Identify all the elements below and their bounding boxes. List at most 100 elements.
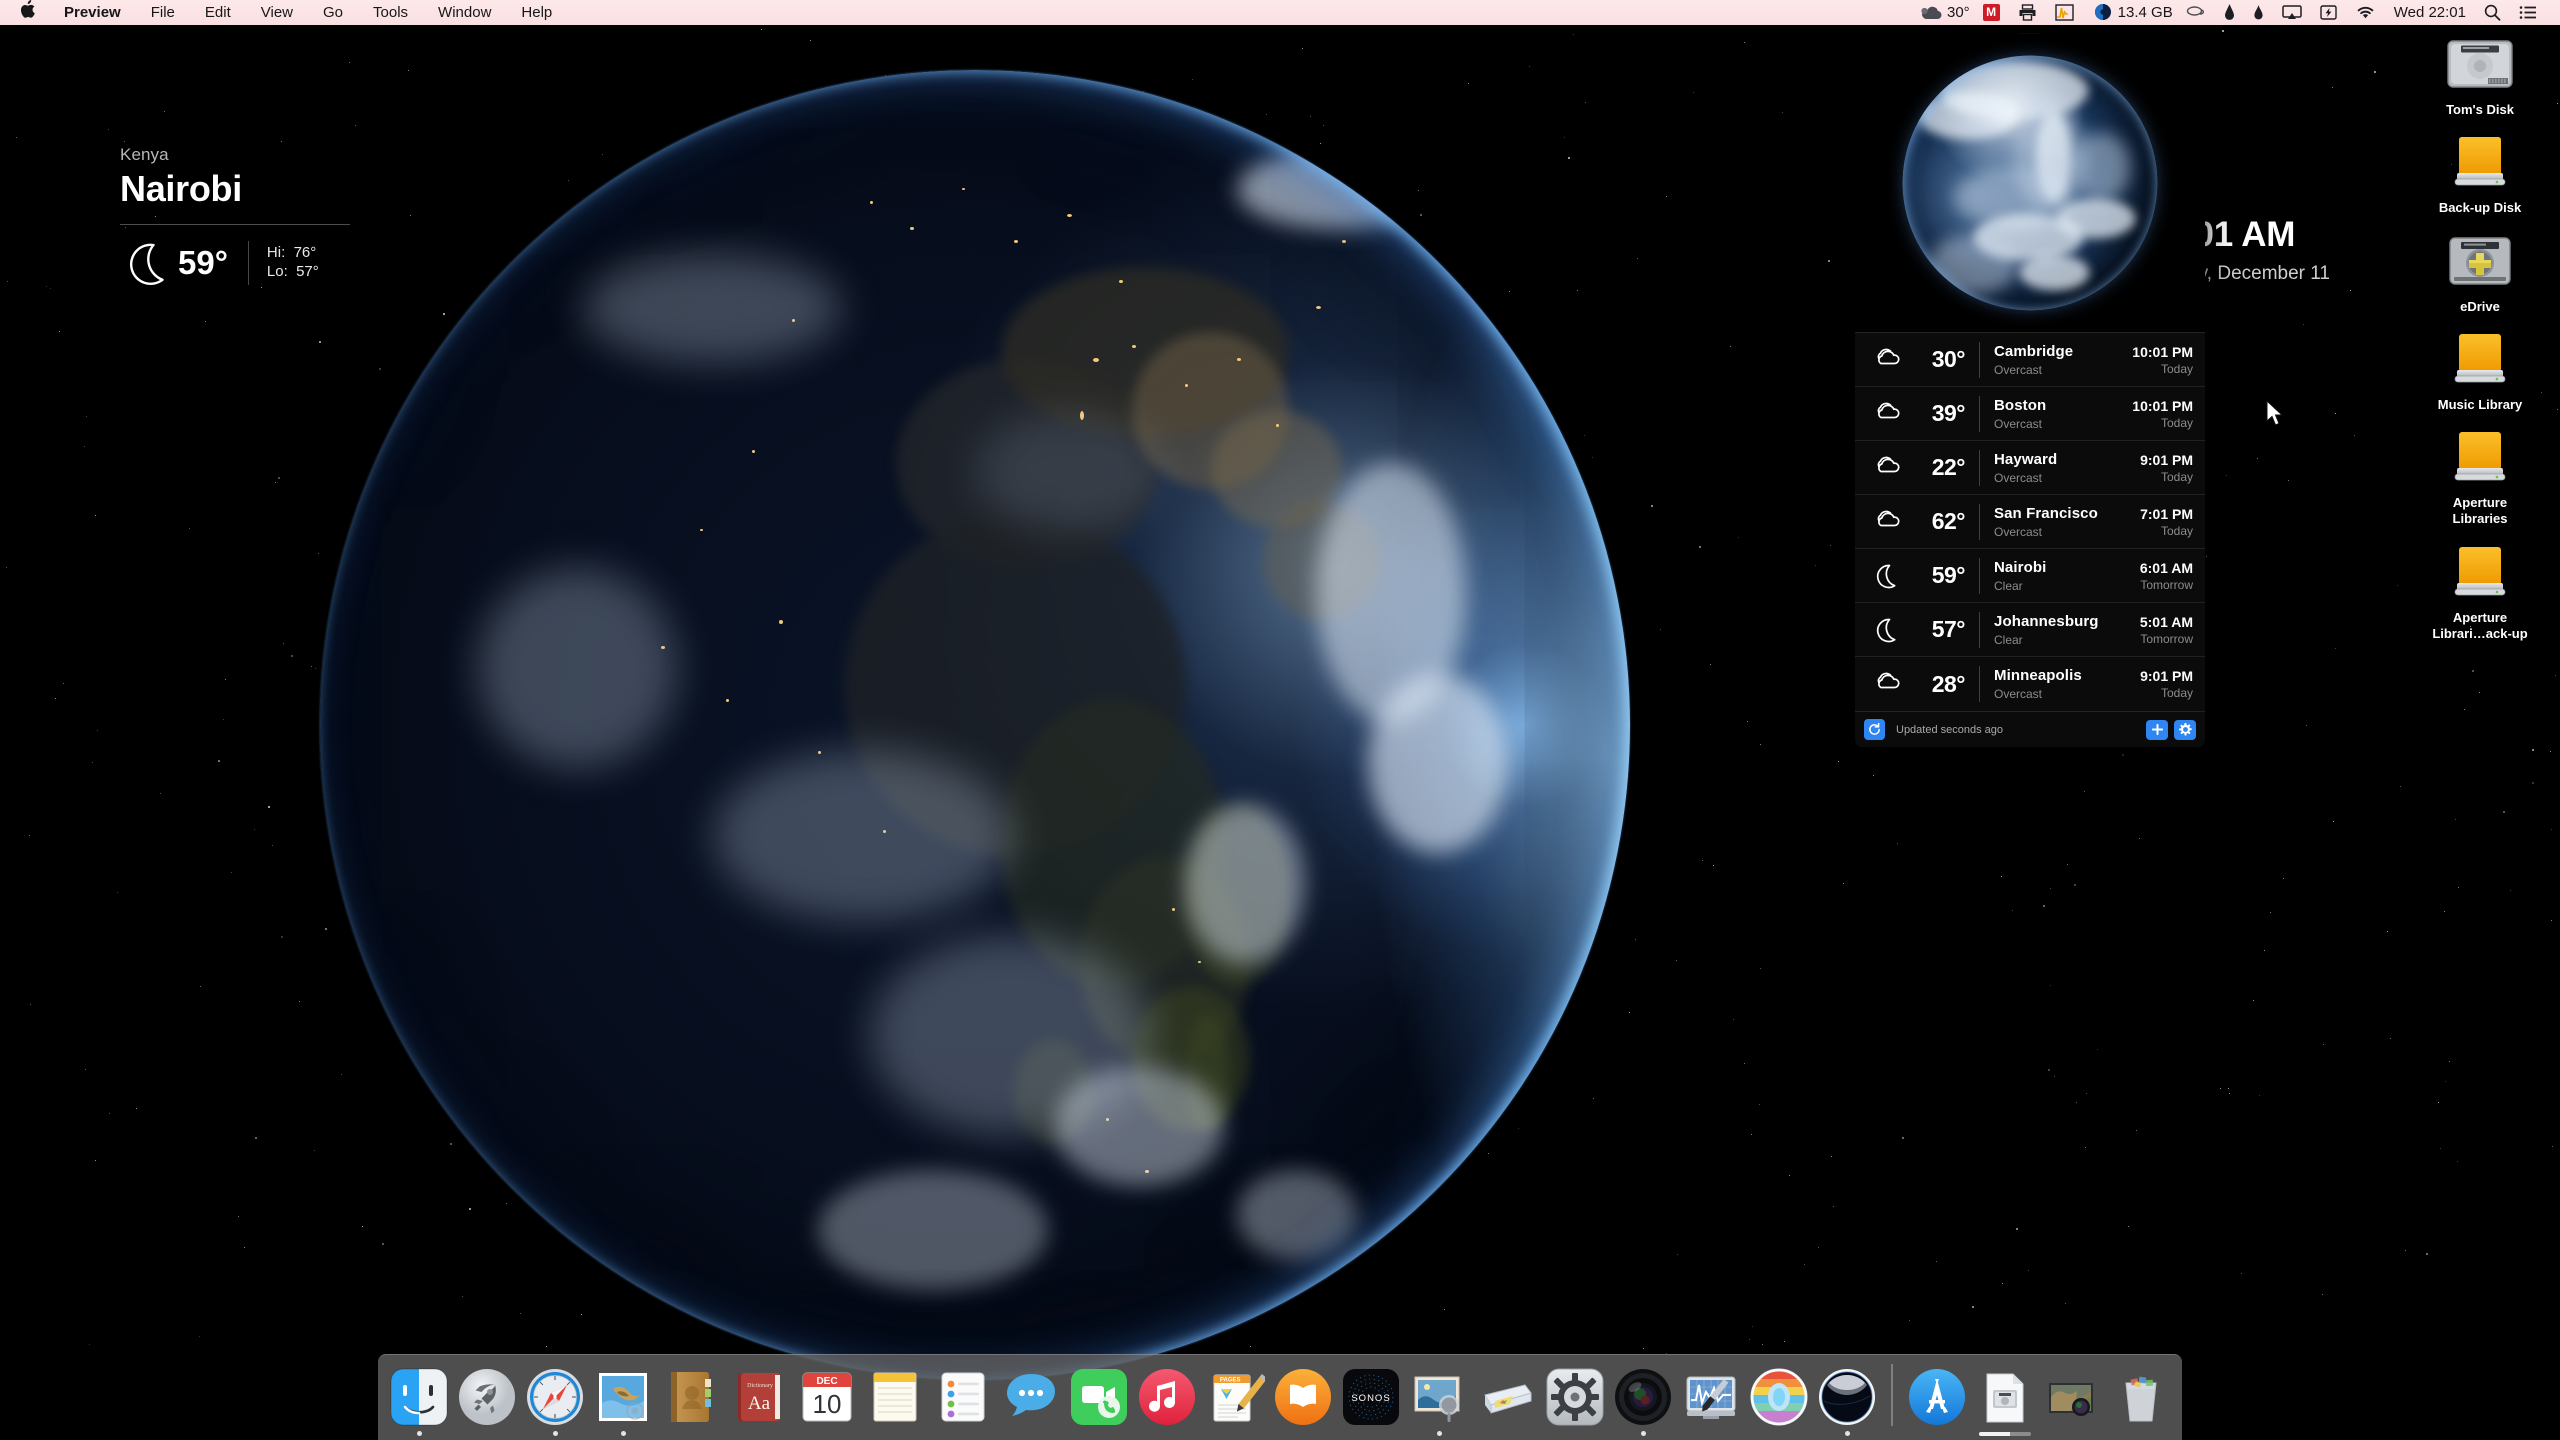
menubar-weather[interactable]: 30° [1911, 0, 1974, 25]
wifi-icon[interactable] [2346, 5, 2385, 20]
row-city: Nairobi [1994, 558, 2047, 576]
desktop-icon-aperture-libraries-backup[interactable]: Aperture Librari…ack-up [2400, 536, 2560, 643]
mail-stamp-icon [593, 1367, 653, 1427]
dock-item-system-preferences[interactable] [1544, 1360, 1606, 1436]
row-day: Today [2160, 469, 2193, 484]
aperture-lens-icon [1613, 1367, 1673, 1427]
dock-item-activity-monitor[interactable] [1680, 1360, 1742, 1436]
row-temperature: 62° [1931, 508, 1966, 534]
row-temperature: 59° [1931, 562, 1966, 588]
desktop-icon-label: Aperture Librari…ack-up [2432, 609, 2528, 641]
cloud-icon [1869, 669, 1903, 699]
mail-badge-icon[interactable]: M [1974, 4, 2009, 21]
thermometer-icon[interactable] [2215, 4, 2244, 21]
table-row[interactable]: 28° Minneapolis Overcast 9:01 PM Today [1855, 657, 2205, 711]
dock-item-calendar[interactable]: DEC 10 [796, 1360, 858, 1436]
earthdesk-icon [1817, 1367, 1877, 1427]
widget-hero-globe[interactable] [1855, 33, 2205, 333]
table-row[interactable]: 22° Hayward Overcast 9:01 PM Today [1855, 441, 2205, 495]
dock-item-downloads-stack[interactable] [1974, 1360, 2036, 1436]
table-row[interactable]: 59° Nairobi Clear 6:01 AM Tomorrow [1855, 549, 2205, 603]
desktop-icon-label: Music Library [2437, 396, 2523, 412]
document-stack-icon [1975, 1368, 2035, 1428]
dock-item-pages[interactable]: PAGES [1204, 1360, 1268, 1436]
drive-gauge-icon[interactable]: 13.4 GB [2083, 0, 2177, 25]
desktop-icon-toms-disk[interactable]: Tom's Disk [2400, 28, 2560, 118]
dock-item-safari[interactable] [524, 1360, 586, 1436]
dock-item-app-store[interactable] [1906, 1360, 1968, 1436]
menu-app-name[interactable]: Preview [49, 0, 136, 25]
dock-item-messages[interactable] [1000, 1360, 1062, 1436]
gear-icon[interactable] [2174, 719, 2196, 740]
row-condition: Overcast [1994, 687, 2043, 701]
menu-window[interactable]: Window [423, 0, 506, 25]
dock[interactable]: Dictionary Aa DEC 10 PAGES SONOS [378, 1354, 2182, 1440]
ibooks-icon [1273, 1367, 1333, 1427]
dock-item-image-capture[interactable] [1476, 1360, 1538, 1436]
apple-logo-icon[interactable] [18, 0, 49, 25]
dock-item-contacts[interactable] [660, 1360, 722, 1436]
svg-text:Aa: Aa [748, 1393, 771, 1414]
dock-item-itunes[interactable] [1136, 1360, 1198, 1436]
dock-item-preview[interactable] [1408, 1360, 1470, 1436]
table-row[interactable]: 30° Cambridge Overcast 10:01 PM Today [1855, 333, 2205, 387]
cloud-icon [1869, 453, 1903, 483]
menubar-clock[interactable]: Wed 22:01 [2385, 0, 2475, 25]
dock-item-aperture[interactable] [1612, 1360, 1674, 1436]
table-row[interactable]: 39° Boston Overcast 10:01 PM Today [1855, 387, 2205, 441]
menu-go[interactable]: Go [308, 0, 358, 25]
menu-edit[interactable]: Edit [190, 0, 246, 25]
dock-item-earthdesk[interactable] [1816, 1360, 1878, 1436]
menu-file[interactable]: File [136, 0, 190, 25]
dock-item-pictures-stack[interactable] [2042, 1360, 2104, 1436]
dock-item-colorsync[interactable] [1748, 1360, 1810, 1436]
menu-view[interactable]: View [246, 0, 308, 25]
dock-item-sonos[interactable]: SONOS [1340, 1360, 1402, 1436]
svg-text:SONOS: SONOS [1351, 1393, 1390, 1404]
safari-icon [525, 1367, 585, 1427]
notification-center-icon[interactable] [2510, 5, 2546, 20]
menu-bar[interactable]: Preview File Edit View Go Tools Window H… [0, 0, 2560, 25]
coffee-cup-icon[interactable] [2177, 5, 2215, 20]
weather-row-list: 30° Cambridge Overcast 10:01 PM Today 39… [1855, 333, 2205, 711]
dock-item-mail[interactable] [592, 1360, 654, 1436]
battery-charging-icon[interactable] [2311, 5, 2346, 20]
desktop-icon-edrive[interactable]: eDrive [2400, 225, 2560, 315]
finder-icon [389, 1367, 449, 1427]
graph-icon[interactable] [2046, 4, 2083, 21]
desktop-icon-back-up-disk[interactable]: Back-up Disk [2400, 126, 2560, 216]
dock-item-dictionary[interactable]: Dictionary Aa [728, 1360, 790, 1436]
desktop-icon-label: Back-up Disk [2438, 200, 2522, 216]
row-time: 9:01 PM [2140, 668, 2193, 684]
flame-icon[interactable] [2244, 4, 2273, 21]
dock-item-trash[interactable] [2110, 1360, 2172, 1436]
row-city: Hayward [1994, 450, 2058, 468]
row-temperature: 57° [1931, 616, 1966, 642]
desktop-icon-aperture-libraries[interactable]: Aperture Libraries [2400, 421, 2560, 528]
weather-widget[interactable]: 30° Cambridge Overcast 10:01 PM Today 39… [1855, 33, 2205, 747]
desktop-icon-music-library[interactable]: Music Library [2400, 323, 2560, 413]
overlay-divider [120, 224, 350, 225]
cloud-icon [1869, 507, 1903, 537]
menu-tools[interactable]: Tools [358, 0, 423, 25]
menu-help[interactable]: Help [506, 0, 567, 25]
earth-globe-thumbnail [1902, 55, 2158, 311]
preview-icon [1409, 1367, 1469, 1427]
dock-item-launchpad[interactable] [456, 1360, 518, 1436]
airplay-icon[interactable] [2273, 4, 2311, 21]
dock-item-reminders[interactable] [932, 1360, 994, 1436]
itunes-icon [1137, 1367, 1197, 1427]
search-icon[interactable] [2475, 4, 2510, 21]
dock-item-notes[interactable] [864, 1360, 926, 1436]
dock-item-facetime[interactable] [1068, 1360, 1130, 1436]
dock-item-ibooks[interactable] [1272, 1360, 1334, 1436]
dock-item-finder[interactable] [388, 1360, 450, 1436]
row-day: Today [2160, 415, 2193, 430]
plus-icon[interactable] [2146, 719, 2168, 740]
table-row[interactable]: 57° Johannesburg Clear 5:01 AM Tomorrow [1855, 603, 2205, 657]
row-temperature: 22° [1931, 454, 1966, 480]
refresh-icon[interactable] [1864, 719, 1885, 740]
contacts-book-icon [661, 1367, 721, 1427]
table-row[interactable]: 62° San Francisco Overcast 7:01 PM Today [1855, 495, 2205, 549]
printer-icon[interactable] [2009, 4, 2046, 21]
